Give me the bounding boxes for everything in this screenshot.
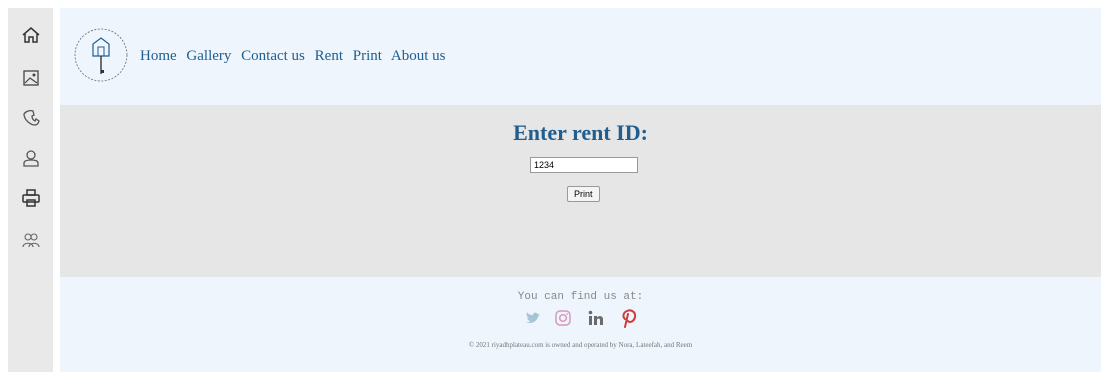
rent-id-input[interactable] xyxy=(530,157,638,173)
footer: You can find us at: © 2021 riyadhplateau… xyxy=(60,277,1101,372)
sidebar xyxy=(8,8,53,372)
rent-print-section: Enter rent ID: Print xyxy=(60,105,1101,277)
page-title: Enter rent ID: xyxy=(513,120,648,145)
find-us-text: You can find us at: xyxy=(517,291,644,303)
nav-gallery[interactable]: Gallery xyxy=(186,48,231,64)
twitter-icon[interactable] xyxy=(523,308,543,330)
nav-print[interactable]: Print xyxy=(353,48,382,64)
user-icon[interactable] xyxy=(21,148,41,168)
nav-rent[interactable]: Rent xyxy=(315,48,343,64)
print-button[interactable]: Print xyxy=(567,186,600,202)
image-icon[interactable] xyxy=(21,68,41,88)
nav-home[interactable]: Home xyxy=(140,48,177,64)
nav-about-us[interactable]: About us xyxy=(391,48,446,64)
linkedin-icon[interactable] xyxy=(586,308,606,330)
instagram-icon[interactable] xyxy=(553,308,573,330)
nav-contact-us[interactable]: Contact us xyxy=(241,48,305,64)
logo[interactable] xyxy=(72,22,130,88)
copyright-text: © 2021 riyadhplateau.com is owned and op… xyxy=(468,341,693,349)
main-nav: Home Gallery Contact us Rent Print About… xyxy=(140,48,451,65)
people-icon[interactable] xyxy=(21,230,41,250)
header: Home Gallery Contact us Rent Print About… xyxy=(60,8,1101,105)
home-icon[interactable] xyxy=(21,25,41,45)
phone-icon[interactable] xyxy=(21,108,41,128)
pinterest-icon[interactable] xyxy=(619,308,639,330)
printer-icon[interactable] xyxy=(21,188,41,208)
